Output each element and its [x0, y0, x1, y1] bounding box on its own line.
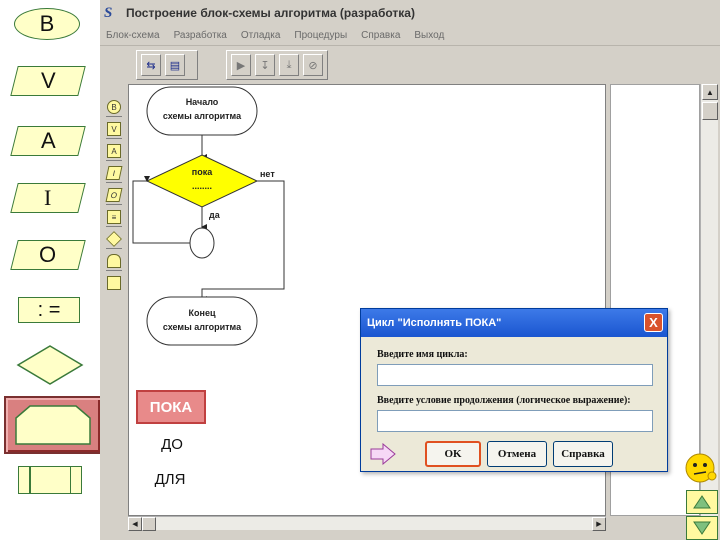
condition-label: пока	[192, 167, 213, 177]
strip-divider	[106, 138, 122, 139]
cancel-button[interactable]: Отмена	[487, 441, 547, 467]
strip-assign[interactable]: ≡	[107, 210, 121, 224]
strip-condition[interactable]	[106, 231, 122, 247]
palette-input-label: V	[40, 68, 56, 93]
ok-button[interactable]: OK	[425, 441, 481, 467]
scroll-right-icon[interactable]: ▶	[592, 517, 606, 531]
stop-icon[interactable]: ⊘	[303, 54, 323, 76]
nav-up-button[interactable]	[686, 490, 718, 514]
title-bar: S Построение блок-схемы алгоритма (разра…	[100, 0, 720, 26]
loop-option-dlya[interactable]: ДЛЯ	[138, 466, 202, 492]
nav-down-button[interactable]	[686, 516, 718, 540]
menu-flowchart[interactable]: Блок-схема	[106, 30, 160, 41]
screen: B V A I O : = S Построение блок-схемы ал…	[0, 0, 720, 540]
toolbar-edit-group: ⇆ ▤	[136, 50, 198, 80]
down-triangle-icon	[693, 521, 711, 535]
up-triangle-icon	[693, 495, 711, 509]
start-label-2: схемы алгоритма	[163, 111, 242, 121]
horizontal-scrollbar[interactable]: ◀ ▶	[128, 516, 606, 531]
step-into-icon[interactable]: ↧	[255, 54, 275, 76]
scroll-left-icon[interactable]: ◀	[128, 517, 142, 531]
strip-divider	[106, 160, 122, 161]
loop-name-input[interactable]	[377, 364, 653, 386]
strip-output[interactable]: O	[105, 188, 123, 202]
palette-io-label: I	[44, 185, 52, 210]
palette-begin-block[interactable]: B	[14, 8, 80, 40]
scroll-thumb[interactable]	[702, 102, 718, 120]
no-label: нет	[260, 169, 275, 179]
menu-bar: Блок-схема Разработка Отладка Процедуры …	[100, 26, 720, 46]
palette-begin-label: B	[39, 11, 55, 36]
run-icon[interactable]: ▶	[231, 54, 251, 76]
hscroll-thumb[interactable]	[142, 517, 156, 531]
toolbar-run-group: ▶ ↧ ⤓ ⊘	[226, 50, 328, 80]
scroll-up-icon[interactable]: ▲	[702, 84, 718, 100]
loop-option-poka[interactable]: ПОКА	[136, 390, 206, 424]
step-over-icon[interactable]: ⤓	[279, 54, 299, 76]
strip-divider	[106, 226, 122, 227]
condition-label: Введите условие продолжения (логическое …	[377, 395, 631, 406]
app-logo-icon: S	[104, 5, 113, 21]
save-icon[interactable]: ▤	[165, 54, 185, 76]
strip-input[interactable]: V	[107, 122, 121, 136]
loop-option-do[interactable]: ДО	[142, 431, 202, 457]
palette-assign-label: : =	[37, 298, 61, 321]
thinking-smiley-icon	[685, 453, 717, 483]
strip-procedure[interactable]	[107, 276, 121, 290]
menu-exit[interactable]: Выход	[414, 30, 444, 41]
palette-output-block[interactable]: O	[10, 240, 86, 270]
menu-develop[interactable]: Разработка	[174, 30, 227, 41]
strip-divider	[106, 182, 122, 183]
end-label-1: Конец	[189, 308, 216, 318]
loop-dialog: Цикл "Исполнять ПОКА" X Введите имя цикл…	[360, 308, 668, 472]
body-connector[interactable]	[189, 227, 215, 259]
strip-divider	[106, 204, 122, 205]
strip-a[interactable]: A	[107, 144, 121, 158]
palette-input-block[interactable]: V	[10, 66, 86, 96]
strip-divider	[106, 116, 122, 117]
strip-begin[interactable]: B	[107, 100, 121, 114]
condition-placeholder: ........	[192, 181, 212, 191]
palette-condition-block[interactable]	[16, 344, 84, 386]
loop-name-label: Введите имя цикла:	[377, 349, 468, 360]
palette-procedure-block[interactable]	[18, 466, 82, 494]
palette-output-label: O	[39, 242, 57, 267]
strip-divider	[106, 270, 122, 271]
palette-loop-icon	[15, 405, 91, 445]
menu-procedures[interactable]: Процедуры	[294, 30, 347, 41]
palette-a-label: A	[40, 128, 56, 153]
strip-divider	[106, 248, 122, 249]
help-button[interactable]: Справка	[553, 441, 613, 467]
menu-help[interactable]: Справка	[361, 30, 400, 41]
yes-label: да	[209, 210, 221, 220]
pointer-arrow-icon	[370, 443, 396, 465]
dialog-title: Цикл "Исполнять ПОКА"	[367, 317, 502, 329]
strip-loop[interactable]	[107, 254, 121, 268]
palette-assign-block[interactable]: : =	[18, 297, 80, 323]
strip-io[interactable]: I	[105, 166, 123, 180]
indent-icon[interactable]: ⇆	[141, 54, 161, 76]
menu-debug[interactable]: Отладка	[241, 30, 281, 41]
condition-input[interactable]	[377, 410, 653, 432]
dialog-title-bar: Цикл "Исполнять ПОКА"	[361, 309, 667, 337]
palette-a-block[interactable]: A	[10, 126, 86, 156]
end-block[interactable]	[146, 296, 258, 346]
close-icon[interactable]: X	[644, 313, 663, 332]
start-label-1: Начало	[186, 97, 219, 107]
window-title: Построение блок-схемы алгоритма (разрабо…	[126, 6, 415, 20]
block-tool-strip: B V A I O ≡	[104, 98, 124, 298]
end-label-2: схемы алгоритма	[163, 322, 242, 332]
palette-io-block[interactable]: I	[10, 183, 86, 213]
